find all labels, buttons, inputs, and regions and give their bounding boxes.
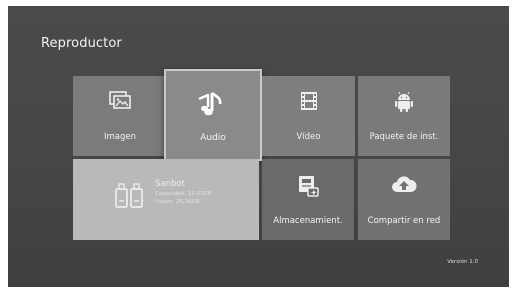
device-name: Sanbot — [155, 179, 185, 189]
tile-almacenamiento[interactable]: Almacenamient. — [262, 159, 354, 240]
cloud-upload-icon — [391, 174, 417, 200]
tile-compartir-en-red[interactable]: Compartir en red — [358, 159, 450, 240]
tile-paquete-instalacion[interactable]: Paquete de inst. — [358, 76, 450, 156]
android-icon — [394, 91, 414, 117]
tile-video[interactable]: Vídeo — [262, 76, 355, 156]
film-icon — [299, 91, 319, 115]
tile-imagen[interactable]: Imagen — [73, 76, 167, 156]
tile-compartir-label: Compartir en red — [367, 216, 441, 226]
device-capacity: Capacidad: 32.07GB — [155, 191, 212, 197]
player-screen: Reproductor Imagen Audio Vídeo Paquete d… — [8, 6, 509, 287]
version-label: Versión 1.0 — [447, 259, 478, 265]
tile-audio[interactable]: Audio — [164, 69, 262, 161]
tile-almacenamiento-label: Almacenamient. — [273, 216, 343, 226]
tile-video-label: Vídeo — [296, 132, 321, 142]
tile-paquete-label: Paquete de inst. — [369, 132, 439, 142]
image-gallery-icon — [109, 91, 131, 113]
tile-sanbot-storage[interactable]: Sanbot Capacidad: 32.07GB Usado: 25.36GB — [73, 159, 259, 240]
tile-audio-label: Audio — [200, 133, 226, 143]
device-used: Usado: 25.36GB — [155, 199, 200, 205]
page-title: Reproductor — [41, 36, 122, 51]
storage-devices-icon — [114, 181, 146, 213]
sanbot-info: Sanbot Capacidad: 32.07GB Usado: 25.36GB — [155, 179, 211, 205]
storage-transfer-icon — [296, 174, 320, 202]
tile-imagen-label: Imagen — [103, 132, 136, 142]
music-note-icon — [197, 91, 229, 123]
